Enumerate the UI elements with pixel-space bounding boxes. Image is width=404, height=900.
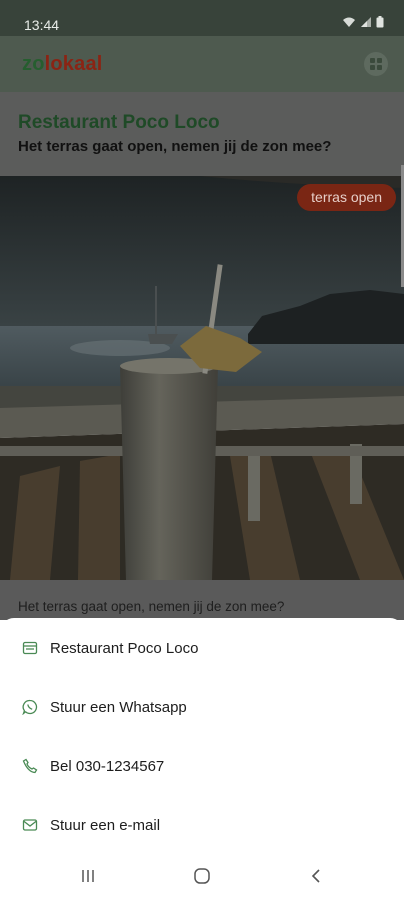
logo-part-lokaal: lokaal <box>44 53 103 75</box>
status-icons <box>342 16 384 28</box>
sheet-item-email[interactable]: Stuur een e-mail <box>0 800 404 850</box>
app-header: zolokaal <box>0 36 404 92</box>
sheet-item-whatsapp[interactable]: Stuur een Whatsapp <box>0 682 404 732</box>
store-icon <box>22 640 38 656</box>
system-nav-bar <box>0 852 404 900</box>
beach-drink-image <box>0 176 404 580</box>
signal-icon <box>361 17 371 27</box>
menu-button[interactable] <box>364 52 388 76</box>
card-header: Restaurant Poco Loco Het terras gaat ope… <box>0 92 404 176</box>
home-icon <box>194 868 210 884</box>
sheet-item-label: Stuur een Whatsapp <box>50 698 187 716</box>
back-icon <box>311 869 320 883</box>
card-title: Restaurant Poco Loco <box>18 112 220 133</box>
card-photo[interactable]: terras open <box>0 176 404 580</box>
wifi-icon <box>343 17 355 27</box>
home-button[interactable] <box>188 864 216 888</box>
status-bar: 13:44 <box>0 0 404 36</box>
whatsapp-icon <box>22 699 38 715</box>
status-time: 13:44 <box>24 17 60 33</box>
logo-part-zo: zo <box>22 53 45 75</box>
card-subtitle: Het terras gaat open, nemen jij de zon m… <box>18 138 332 155</box>
recent-apps-icon <box>82 870 94 882</box>
grid-icon <box>370 58 382 70</box>
mail-icon <box>22 817 38 833</box>
back-button[interactable] <box>302 864 330 888</box>
sheet-item-label: Restaurant Poco Loco <box>50 639 199 657</box>
terras-open-badge: terras open <box>297 184 396 211</box>
battery-icon <box>376 16 384 28</box>
sheet-item-phone[interactable]: Bel 030-1234567 <box>0 741 404 791</box>
phone-icon <box>22 758 38 774</box>
recent-apps-button[interactable] <box>74 864 102 888</box>
sheet-item-restaurant[interactable]: Restaurant Poco Loco <box>0 623 404 673</box>
sheet-item-label: Bel 030-1234567 <box>50 757 165 775</box>
card-description: Het terras gaat open, nemen jij de zon m… <box>18 599 285 614</box>
sheet-item-label: Stuur een e-mail <box>50 816 161 834</box>
app-logo[interactable]: zolokaal <box>22 53 103 76</box>
card-description-area: Het terras gaat open, nemen jij de zon m… <box>0 580 404 620</box>
